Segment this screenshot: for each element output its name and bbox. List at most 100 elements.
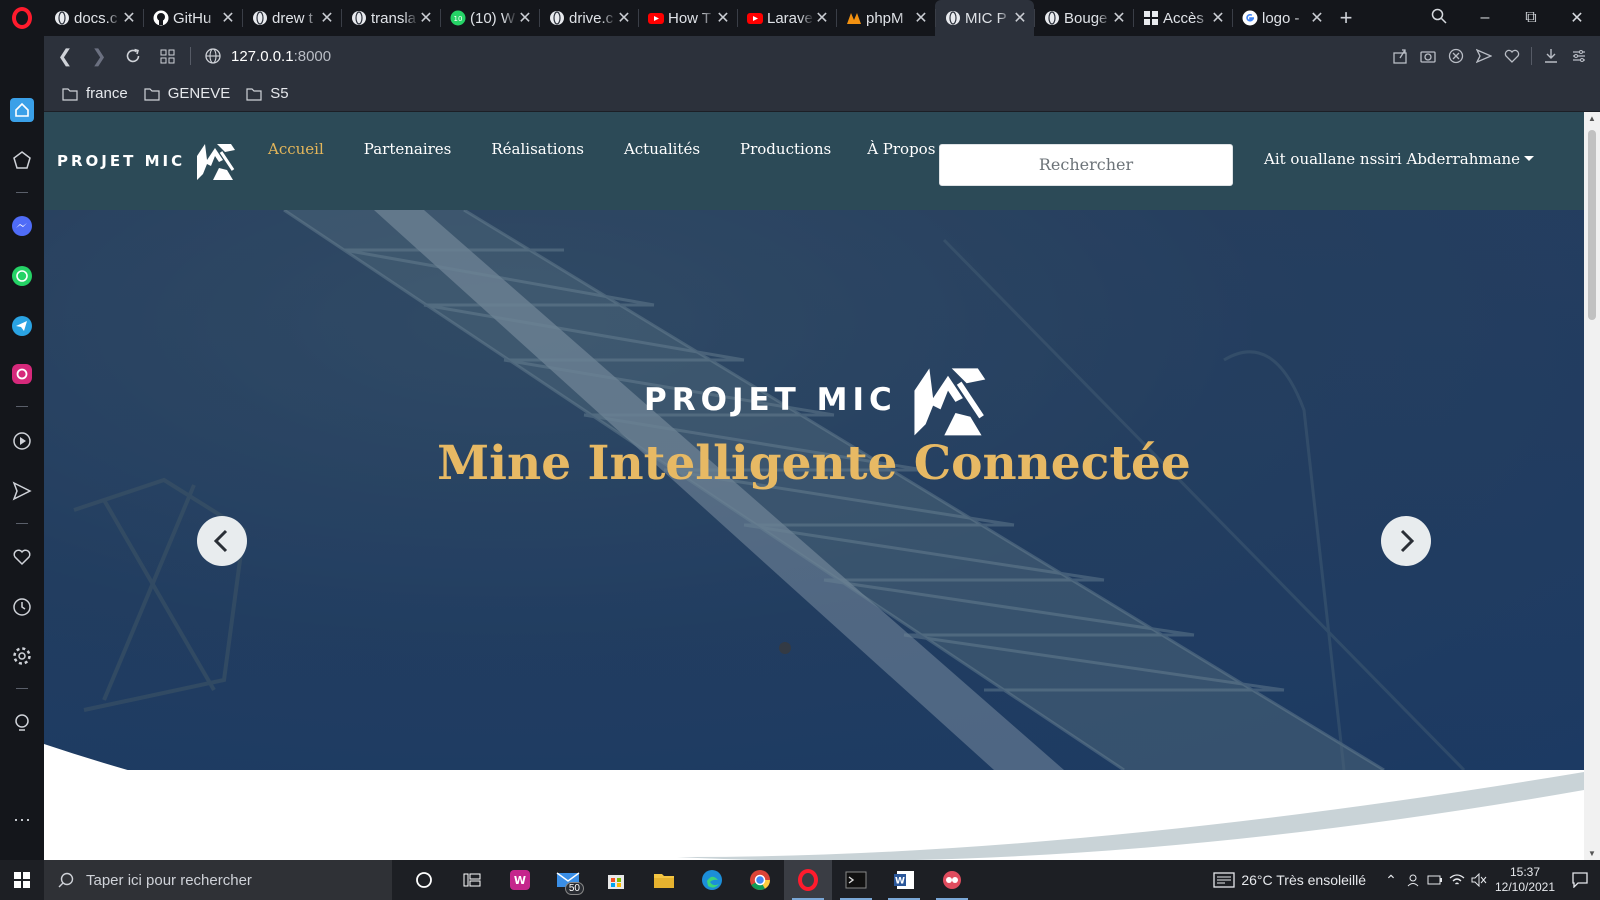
close-tab-icon[interactable]: ✕ (1111, 8, 1127, 28)
url-field[interactable]: 127.0.0.1:8000 (231, 48, 331, 65)
close-tab-icon[interactable]: ✕ (121, 8, 137, 28)
reload-button[interactable] (116, 36, 150, 76)
edge-icon[interactable] (688, 860, 736, 900)
history-icon[interactable] (10, 595, 34, 619)
carousel-next-button[interactable] (1381, 516, 1431, 566)
tab-title: MIC P (965, 9, 1007, 27)
site-info-globe-icon[interactable] (201, 36, 225, 76)
player-icon[interactable] (10, 429, 34, 453)
back-button[interactable]: ❮ (48, 36, 82, 76)
close-tab-icon[interactable]: ✕ (418, 8, 434, 28)
browser-tab[interactable]: GitHu ✕ (143, 0, 242, 36)
bookmark-heart-icon[interactable] (1503, 47, 1521, 65)
close-tab-icon[interactable]: ✕ (517, 8, 533, 28)
browser-tab[interactable]: MIC P ✕ (935, 0, 1034, 36)
browser-tab[interactable]: transla ✕ (341, 0, 440, 36)
bookmark-folder[interactable]: GENEVE (144, 85, 230, 102)
speed-dial-icon[interactable] (10, 148, 34, 172)
nav-link[interactable]: Actualités (604, 134, 720, 165)
system-clock[interactable]: 15:37 12/10/2021 (1490, 865, 1560, 895)
instagram-icon[interactable] (10, 362, 34, 386)
settings-gear-icon[interactable] (10, 644, 34, 668)
send-icon[interactable] (10, 479, 34, 503)
chrome-icon[interactable] (736, 860, 784, 900)
nav-link[interactable]: Réalisations (471, 134, 604, 165)
cortana-icon[interactable] (400, 860, 448, 900)
send-to-flow-icon[interactable] (1475, 47, 1493, 65)
nav-link[interactable]: À Propos (851, 134, 941, 165)
close-tab-icon[interactable]: ✕ (1012, 8, 1028, 28)
scrollbar-thumb[interactable] (1588, 130, 1596, 320)
task-view-icon[interactable] (448, 860, 496, 900)
downloads-icon[interactable] (1542, 47, 1560, 65)
carousel-prev-button[interactable] (197, 516, 247, 566)
browser-tab[interactable]: drive.c ✕ (539, 0, 638, 36)
easy-setup-icon[interactable] (1570, 47, 1588, 65)
snipping-tool-icon[interactable] (928, 860, 976, 900)
browser-tab[interactable]: phpM ✕ (836, 0, 935, 36)
browser-tab[interactable]: logo - ✕ (1232, 0, 1331, 36)
hero-mic-logo-icon (914, 368, 986, 436)
opera-globe-icon (945, 10, 961, 26)
wifi-icon[interactable] (1446, 860, 1468, 900)
taskbar-search-input[interactable]: Taper ici pour rechercher (44, 860, 392, 900)
nav-link[interactable]: Accueil (248, 134, 344, 165)
wamp-icon[interactable]: W (496, 860, 544, 900)
close-tab-icon[interactable]: ✕ (715, 8, 731, 28)
close-tab-icon[interactable]: ✕ (913, 8, 929, 28)
page-scrollbar[interactable]: ▲ ▼ (1584, 112, 1600, 860)
more-options-icon[interactable]: ⋯ (10, 808, 34, 832)
nav-link[interactable]: Productions (720, 134, 851, 165)
battery-icon[interactable] (1424, 860, 1446, 900)
forward-button[interactable]: ❯ (82, 36, 116, 76)
new-tab-button[interactable]: + (1331, 0, 1361, 36)
show-hidden-icons-chevron-up-icon[interactable]: ⌃ (1380, 860, 1402, 900)
nav-link[interactable]: Partenaires (344, 134, 472, 165)
opera-menu-button[interactable] (0, 0, 44, 36)
carousel-indicator[interactable] (779, 642, 791, 654)
word-icon[interactable]: W (880, 860, 928, 900)
tab-search-icon[interactable] (1416, 8, 1462, 29)
bookmark-folder[interactable]: S5 (246, 85, 289, 102)
adblock-icon[interactable] (1447, 47, 1465, 65)
snapshot-camera-icon[interactable] (1419, 47, 1437, 65)
bookmark-folder[interactable]: france (62, 85, 128, 102)
restore-button[interactable]: ⧉ (1508, 9, 1554, 27)
tabs-grid-icon[interactable] (150, 36, 184, 76)
close-window-button[interactable]: ✕ (1554, 8, 1600, 28)
whatsapp-icon[interactable] (10, 264, 34, 288)
site-logo[interactable]: PROJET MIC (57, 140, 237, 182)
close-tab-icon[interactable]: ✕ (616, 8, 632, 28)
meet-now-icon[interactable] (1402, 860, 1424, 900)
user-dropdown[interactable]: Ait ouallane nssiri Abderrahmane (1264, 150, 1535, 168)
lightbulb-icon[interactable] (10, 711, 34, 735)
file-explorer-icon[interactable] (640, 860, 688, 900)
browser-tab[interactable]: 10 (10) W ✕ (440, 0, 539, 36)
opera-taskbar-icon[interactable] (784, 860, 832, 900)
share-icon[interactable] (1391, 47, 1409, 65)
home-icon[interactable] (10, 98, 34, 122)
close-tab-icon[interactable]: ✕ (1309, 8, 1325, 28)
mail-icon[interactable]: 50 (544, 860, 592, 900)
close-tab-icon[interactable]: ✕ (1210, 8, 1226, 28)
volume-muted-icon[interactable] (1468, 860, 1490, 900)
close-tab-icon[interactable]: ✕ (319, 8, 335, 28)
browser-tab[interactable]: Larave ✕ (737, 0, 836, 36)
terminal-icon[interactable] (832, 860, 880, 900)
start-button[interactable] (0, 860, 44, 900)
notifications-icon[interactable] (1560, 860, 1600, 900)
telegram-icon[interactable] (10, 314, 34, 338)
heart-icon[interactable] (10, 545, 34, 569)
weather-widget[interactable]: 26°C Très ensoleillé (1213, 871, 1366, 889)
store-icon[interactable] (592, 860, 640, 900)
browser-tab[interactable]: docs.c ✕ (44, 0, 143, 36)
search-input[interactable]: Rechercher (939, 144, 1233, 186)
browser-tab[interactable]: drew t ✕ (242, 0, 341, 36)
close-tab-icon[interactable]: ✕ (814, 8, 830, 28)
browser-tab[interactable]: Bouge ✕ (1034, 0, 1133, 36)
browser-tab[interactable]: How T ✕ (638, 0, 737, 36)
messenger-icon[interactable] (10, 214, 34, 238)
close-tab-icon[interactable]: ✕ (220, 8, 236, 28)
browser-tab[interactable]: Accès ✕ (1133, 0, 1232, 36)
minimize-button[interactable]: – (1462, 9, 1508, 27)
